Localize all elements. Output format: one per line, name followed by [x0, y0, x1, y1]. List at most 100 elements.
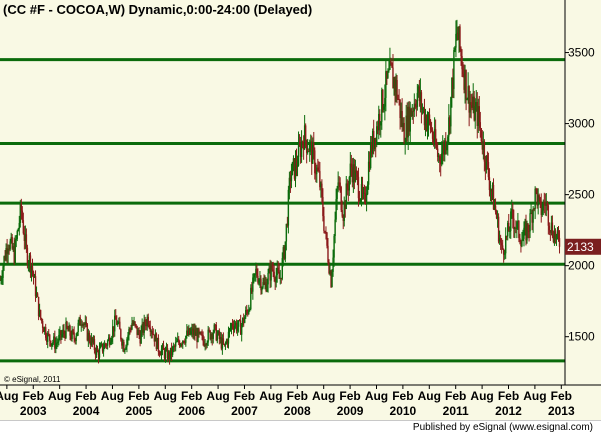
candle-body-61 — [61, 334, 63, 338]
candle-body-63 — [63, 329, 65, 334]
candle-body-327 — [331, 271, 333, 287]
candle-body-52 — [52, 342, 54, 344]
candle-body-10 — [9, 241, 11, 250]
candle-body-353 — [357, 176, 360, 199]
x-tick-label-11: Feb — [287, 389, 308, 403]
candle-body-76 — [76, 331, 78, 336]
candle-body-378 — [383, 106, 385, 110]
candle-body-32 — [31, 266, 34, 272]
candle-body-77 — [77, 322, 79, 332]
candle-body-48 — [48, 333, 50, 335]
candle-body-421 — [426, 123, 429, 131]
candle-body-317 — [321, 183, 323, 197]
candle-body-506 — [513, 218, 515, 229]
candle-body-21 — [20, 203, 23, 211]
candle-body-433 — [438, 156, 441, 162]
candle-body-468 — [474, 106, 476, 121]
candle-body-375 — [380, 121, 382, 126]
x-tick-label-7: Feb — [181, 389, 202, 403]
candle-body-456 — [462, 69, 464, 74]
x-year-label-5: 2005 — [126, 404, 153, 418]
candle-body-305 — [309, 143, 311, 152]
candle-body-502 — [509, 230, 511, 232]
candle-body-37 — [36, 293, 39, 297]
candle-body-272 — [275, 275, 277, 283]
candle-body-398 — [403, 122, 405, 145]
y-tick-label-4: 3500 — [568, 46, 595, 60]
candle-body-520 — [527, 223, 529, 232]
candle-body-550 — [557, 229, 560, 239]
candle-body-206 — [208, 329, 210, 331]
candle-body-293 — [296, 165, 299, 168]
candle-body-119 — [120, 329, 122, 340]
x-tick-label-13: Feb — [339, 389, 360, 403]
candle-body-270 — [273, 271, 275, 279]
candle-body-355 — [359, 199, 362, 201]
candle-body-214 — [216, 334, 219, 341]
candle-body-310 — [314, 150, 316, 174]
candle-body-125 — [126, 339, 128, 347]
candle-body-407 — [412, 111, 414, 113]
candle-body-116 — [117, 323, 119, 325]
candle-body-220 — [222, 338, 225, 344]
candle-body-287 — [290, 175, 293, 182]
candle-body-515 — [522, 238, 524, 242]
candle-body-114 — [115, 315, 117, 320]
candle-body-302 — [305, 140, 308, 153]
candle-body-35 — [34, 276, 37, 297]
candle-body-73 — [73, 332, 75, 339]
x-year-label-13: 2009 — [337, 404, 364, 418]
candle-body-399 — [404, 143, 406, 145]
candle-body-88 — [88, 332, 91, 342]
candle-body-382 — [387, 71, 389, 78]
candle-body-441 — [447, 136, 449, 144]
candle-body-386 — [391, 63, 393, 68]
candle-body-269 — [272, 269, 274, 272]
candle-body-133 — [134, 321, 136, 325]
candle-body-532 — [539, 197, 541, 202]
candle-body-263 — [266, 284, 268, 292]
candle-body-258 — [261, 287, 263, 291]
candle-body-548 — [555, 234, 558, 240]
candle-body-200 — [202, 334, 204, 342]
candle-body-454 — [460, 48, 462, 57]
candle-body-336 — [340, 187, 342, 211]
chart-title: (CC #F - COCOA,W) Dynamic,0:00-24:00 (De… — [3, 2, 312, 17]
x-tick-label-6: Aug — [154, 389, 177, 403]
candle-body-146 — [147, 316, 149, 325]
x-tick-label-3: Feb — [75, 389, 96, 403]
candle-body-40 — [39, 309, 42, 319]
x-year-label-15: 2010 — [390, 404, 417, 418]
candle-body-282 — [285, 223, 288, 242]
candle-body-163 — [164, 350, 167, 359]
candle-body-322 — [326, 232, 328, 246]
x-year-label-7: 2006 — [178, 404, 205, 418]
candle-body-294 — [297, 143, 300, 166]
candle-body-27 — [26, 247, 29, 266]
candle-body-3 — [2, 266, 4, 278]
candle-body-157 — [158, 351, 161, 355]
candle-body-264 — [267, 272, 269, 285]
candle-body-274 — [277, 267, 279, 272]
candle-body-275 — [278, 271, 280, 279]
candle-body-159 — [160, 349, 163, 356]
x-tick-label-15: Feb — [392, 389, 413, 403]
candle-body-346 — [350, 163, 353, 168]
candle-body-319 — [323, 216, 325, 231]
candle-body-23 — [22, 220, 25, 234]
candle-body-161 — [162, 345, 165, 350]
candle-body-298 — [301, 141, 304, 143]
candle-body-497 — [503, 253, 506, 255]
candle-body-391 — [396, 79, 398, 99]
candle-body-328 — [332, 257, 334, 272]
candle-body-281 — [284, 241, 287, 259]
candle-body-540 — [547, 205, 550, 226]
last-price-label: 2133 — [567, 240, 594, 254]
x-tick-label-18: Aug — [470, 389, 493, 403]
candle-body-222 — [224, 343, 227, 345]
watermark: © eSignal, 2011 — [4, 375, 61, 384]
candle-body-55 — [55, 343, 57, 349]
candle-body-447 — [453, 50, 455, 89]
candle-body-156 — [157, 337, 160, 352]
candle-body-176 — [178, 338, 180, 343]
